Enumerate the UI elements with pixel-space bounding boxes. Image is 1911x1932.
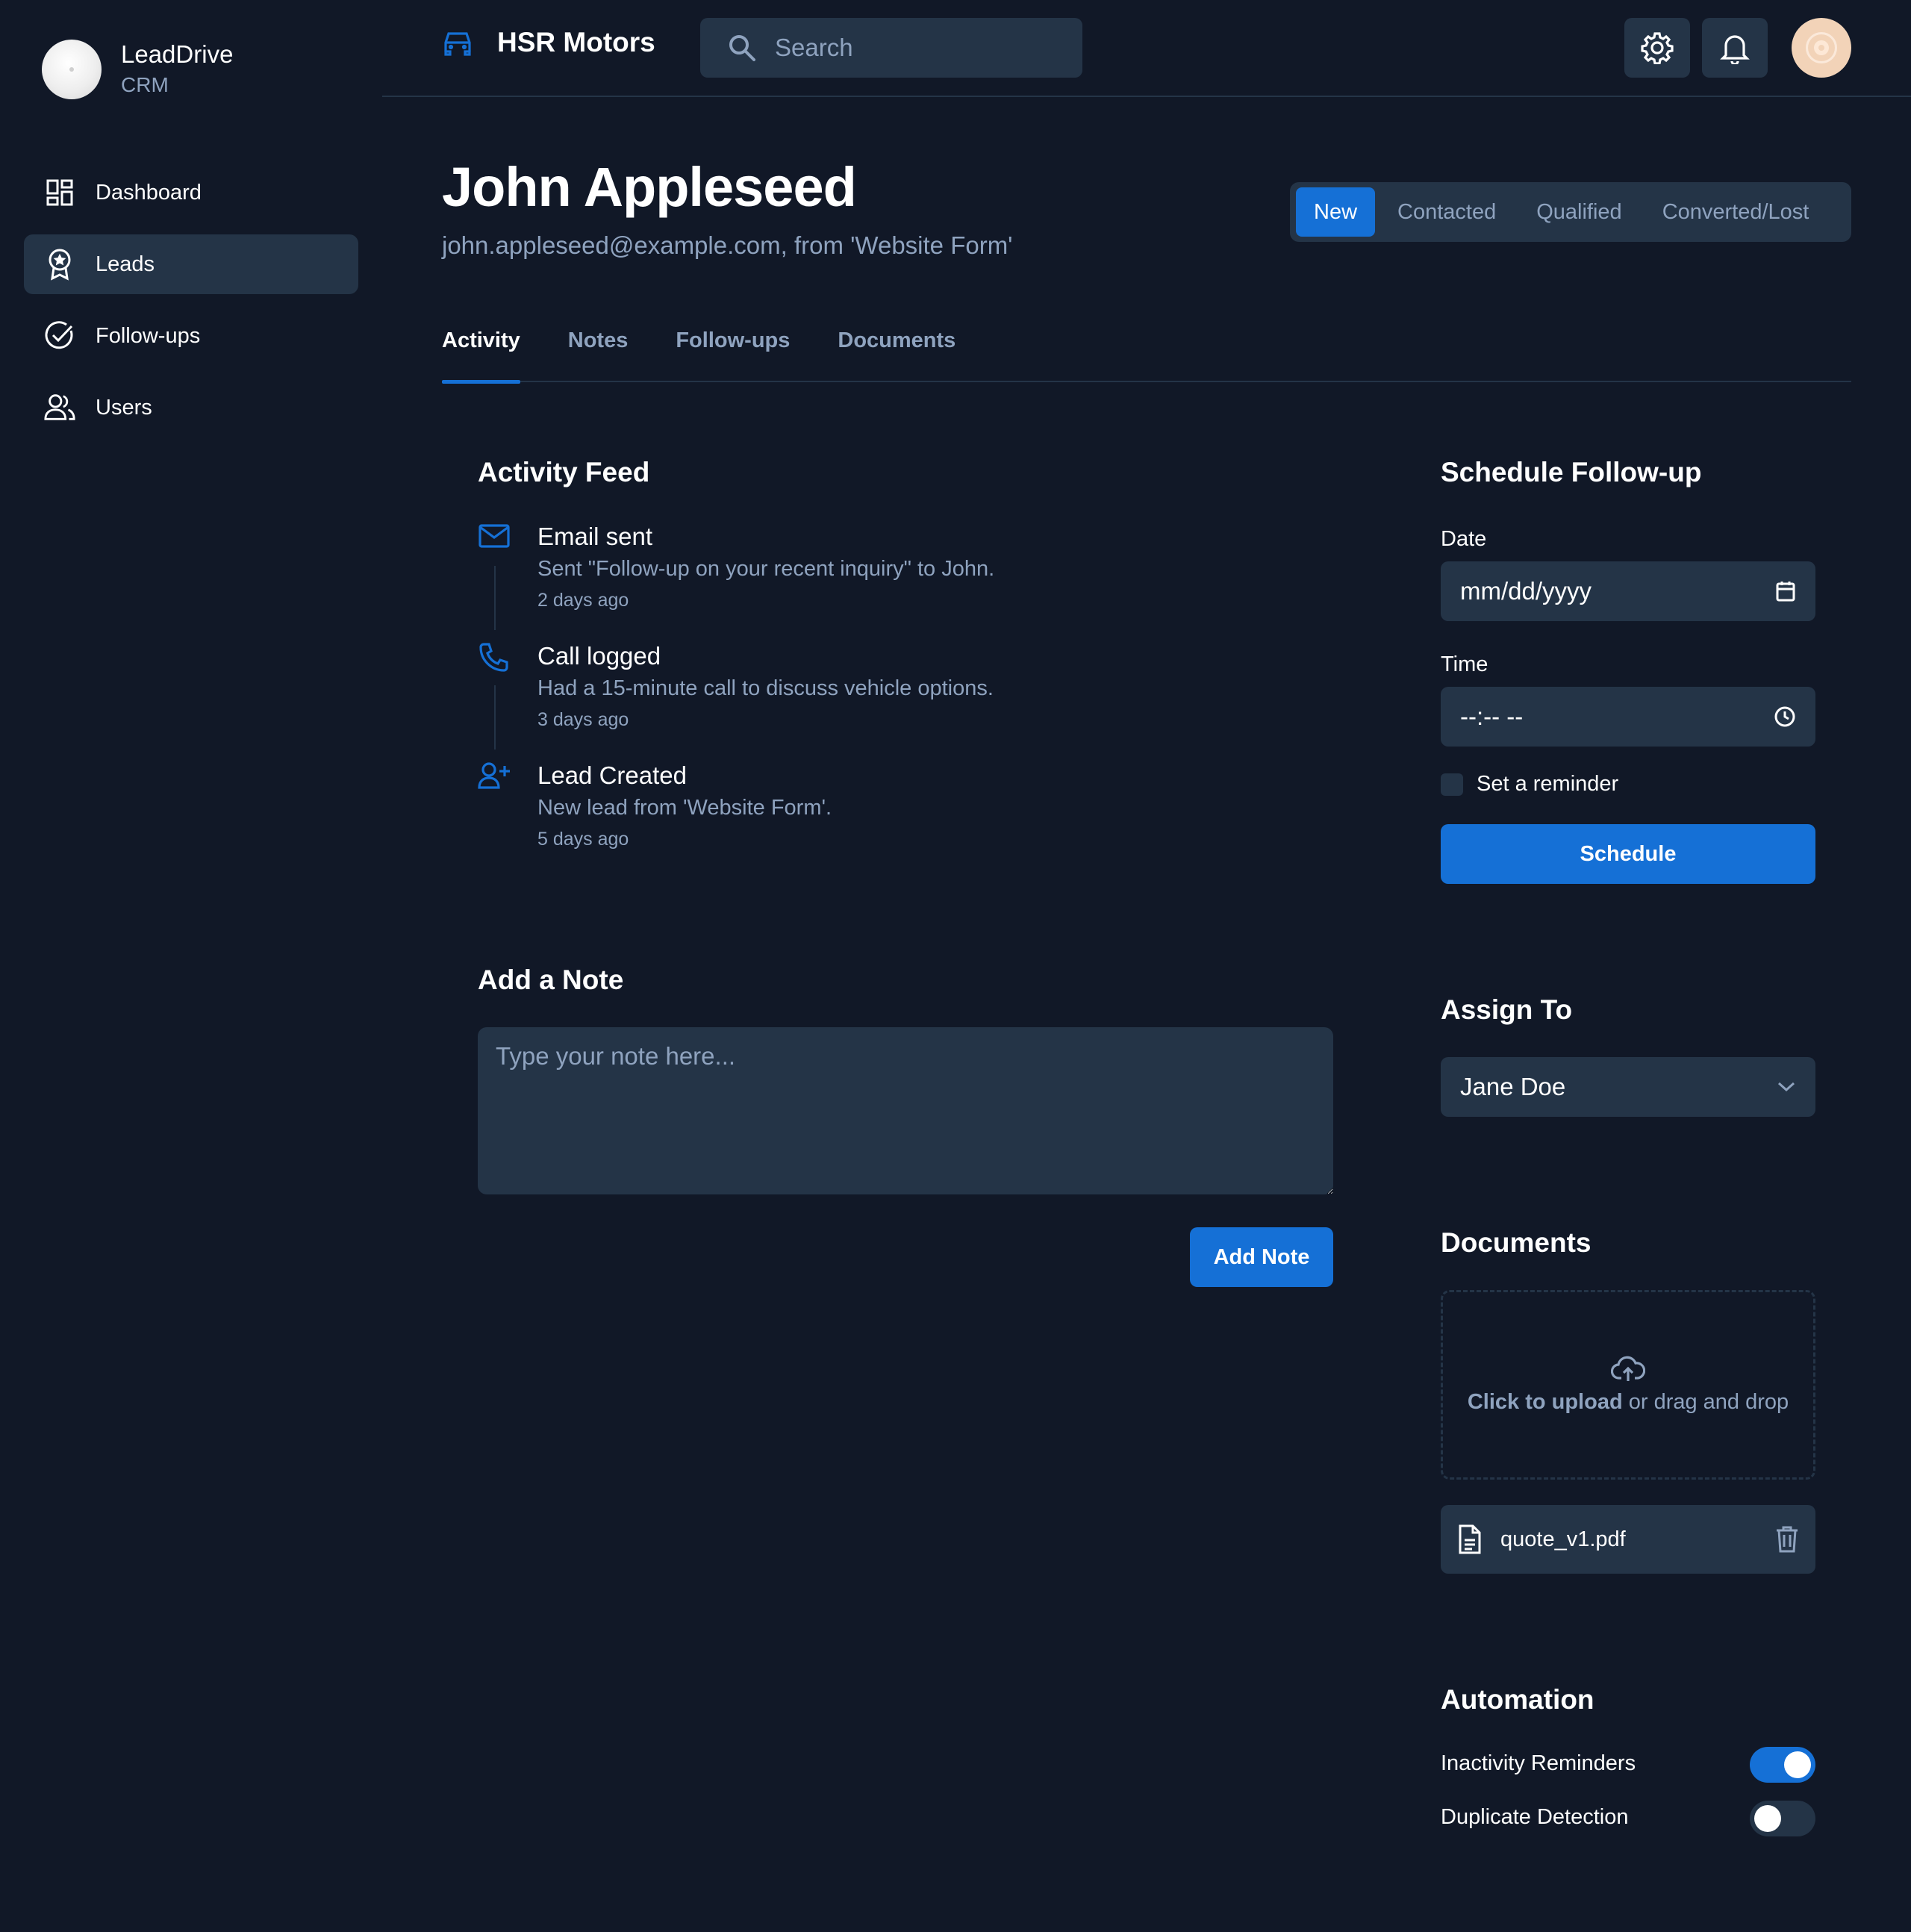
status-option-qualified[interactable]: Qualified	[1518, 187, 1639, 237]
dashboard-icon	[43, 176, 76, 209]
tab-activity[interactable]: Activity	[442, 321, 520, 384]
trash-icon[interactable]	[1775, 1525, 1799, 1554]
mail-icon	[478, 523, 512, 557]
sidebar-item-label: Leads	[96, 252, 155, 276]
tab-notes[interactable]: Notes	[568, 321, 629, 382]
timeline-line	[494, 566, 496, 630]
add-note-button[interactable]: Add Note	[1190, 1227, 1333, 1287]
sidebar-item-label: Users	[96, 395, 152, 420]
sidebar-nav: Dashboard Leads Follow-ups Users	[24, 163, 358, 449]
notifications-button[interactable]	[1702, 18, 1768, 78]
status-option-new[interactable]: New	[1296, 187, 1376, 237]
inactivity-reminders-label: Inactivity Reminders	[1441, 1751, 1636, 1775]
reminder-checkbox[interactable]	[1441, 773, 1463, 796]
brand-logo	[42, 40, 102, 99]
tab-follow-ups[interactable]: Follow-ups	[676, 321, 790, 382]
activity-item: Email sent Sent "Follow-up on your recen…	[478, 523, 1299, 635]
status-option-contacted[interactable]: Contacted	[1380, 187, 1514, 237]
upload-text: Click to upload or drag and drop	[1468, 1390, 1789, 1415]
phone-icon	[478, 642, 512, 676]
bell-icon	[1720, 31, 1750, 64]
search-icon	[727, 33, 757, 63]
date-label: Date	[1441, 527, 1487, 551]
activity-feed-title: Activity Feed	[478, 457, 650, 487]
tab-bar: Activity Notes Follow-ups Documents	[442, 321, 1851, 384]
activity-title: Lead Created	[537, 761, 687, 789]
activity-title: Email sent	[537, 523, 653, 550]
file-name: quote_v1.pdf	[1500, 1527, 1626, 1551]
cloud-upload-icon	[1611, 1356, 1645, 1383]
check-circle-icon	[43, 320, 76, 352]
assign-to-title: Assign To	[1441, 994, 1573, 1025]
assignee-select[interactable]: Jane Doe	[1441, 1057, 1815, 1117]
note-textarea[interactable]	[478, 1027, 1333, 1194]
calendar-icon[interactable]	[1775, 580, 1796, 602]
date-field[interactable]: mm/dd/yyyy	[1441, 561, 1815, 621]
activity-time: 3 days ago	[537, 709, 629, 730]
schedule-button[interactable]: Schedule	[1441, 824, 1815, 884]
reminder-label: Set a reminder	[1477, 772, 1619, 796]
gear-icon	[1641, 31, 1674, 64]
sidebar-item-label: Follow-ups	[96, 323, 201, 348]
activity-title: Call logged	[537, 642, 661, 670]
time-label: Time	[1441, 652, 1488, 676]
toggle-knob	[1754, 1805, 1781, 1832]
activity-time: 2 days ago	[537, 590, 629, 611]
inactivity-reminders-toggle[interactable]	[1750, 1747, 1815, 1783]
upload-link[interactable]: Click to upload	[1468, 1390, 1623, 1414]
activity-item: Lead Created New lead from 'Website Form…	[478, 761, 1299, 873]
document-icon	[1457, 1524, 1483, 1555]
activity-time: 5 days ago	[537, 829, 629, 850]
chevron-down-icon	[1777, 1081, 1796, 1093]
badge-star-icon	[43, 248, 76, 281]
sidebar-item-users[interactable]: Users	[24, 378, 358, 437]
upload-hint: or drag and drop	[1622, 1389, 1789, 1414]
company: HSR Motors	[442, 27, 655, 58]
sidebar-item-label: Dashboard	[96, 180, 202, 205]
duplicate-detection-toggle[interactable]	[1750, 1801, 1815, 1836]
assignee-value: Jane Doe	[1460, 1073, 1566, 1100]
search-box[interactable]: Search	[700, 18, 1082, 78]
brand[interactable]: LeadDrive CRM	[42, 39, 233, 100]
topbar: HSR Motors Search	[382, 0, 1911, 97]
activity-description: Had a 15-minute call to discuss vehicle …	[537, 676, 994, 700]
page-title: John Appleseed	[442, 156, 857, 218]
brand-subtitle: CRM	[121, 73, 169, 96]
company-name: HSR Motors	[497, 27, 655, 57]
user-plus-icon	[478, 761, 512, 796]
duplicate-detection-label: Duplicate Detection	[1441, 1805, 1629, 1829]
documents-title: Documents	[1441, 1227, 1592, 1258]
tab-documents[interactable]: Documents	[838, 321, 956, 382]
time-value: --:-- --	[1460, 702, 1524, 730]
search-input[interactable]: Search	[775, 34, 853, 62]
sidebar-item-follow-ups[interactable]: Follow-ups	[24, 306, 358, 366]
time-field[interactable]: --:-- --	[1441, 687, 1815, 747]
toggle-knob	[1784, 1751, 1811, 1778]
users-icon	[43, 391, 76, 424]
sidebar: LeadDrive CRM Dashboard Leads Follow-ups	[0, 0, 382, 1932]
file-item[interactable]: quote_v1.pdf	[1441, 1505, 1815, 1574]
upload-dropzone[interactable]: Click to upload or drag and drop	[1441, 1290, 1815, 1480]
settings-button[interactable]	[1624, 18, 1690, 78]
automation-title: Automation	[1441, 1684, 1594, 1715]
car-icon	[442, 29, 473, 56]
timeline-line	[494, 685, 496, 750]
clock-icon[interactable]	[1774, 705, 1796, 728]
date-value: mm/dd/yyyy	[1460, 577, 1592, 605]
brand-name: LeadDrive	[121, 40, 234, 68]
lead-subtitle: john.appleseed@example.com, from 'Websit…	[442, 231, 1013, 259]
activity-item: Call logged Had a 15-minute call to disc…	[478, 642, 1299, 754]
activity-description: New lead from 'Website Form'.	[537, 796, 832, 820]
activity-description: Sent "Follow-up on your recent inquiry" …	[537, 557, 995, 581]
sidebar-item-leads[interactable]: Leads	[24, 234, 358, 294]
status-option-converted-lost[interactable]: Converted/Lost	[1645, 187, 1827, 237]
schedule-followup-title: Schedule Follow-up	[1441, 457, 1702, 487]
status-selector: New Contacted Qualified Converted/Lost	[1290, 182, 1851, 242]
sidebar-item-dashboard[interactable]: Dashboard	[24, 163, 358, 222]
add-note-title: Add a Note	[478, 965, 624, 995]
user-avatar[interactable]	[1792, 18, 1851, 78]
